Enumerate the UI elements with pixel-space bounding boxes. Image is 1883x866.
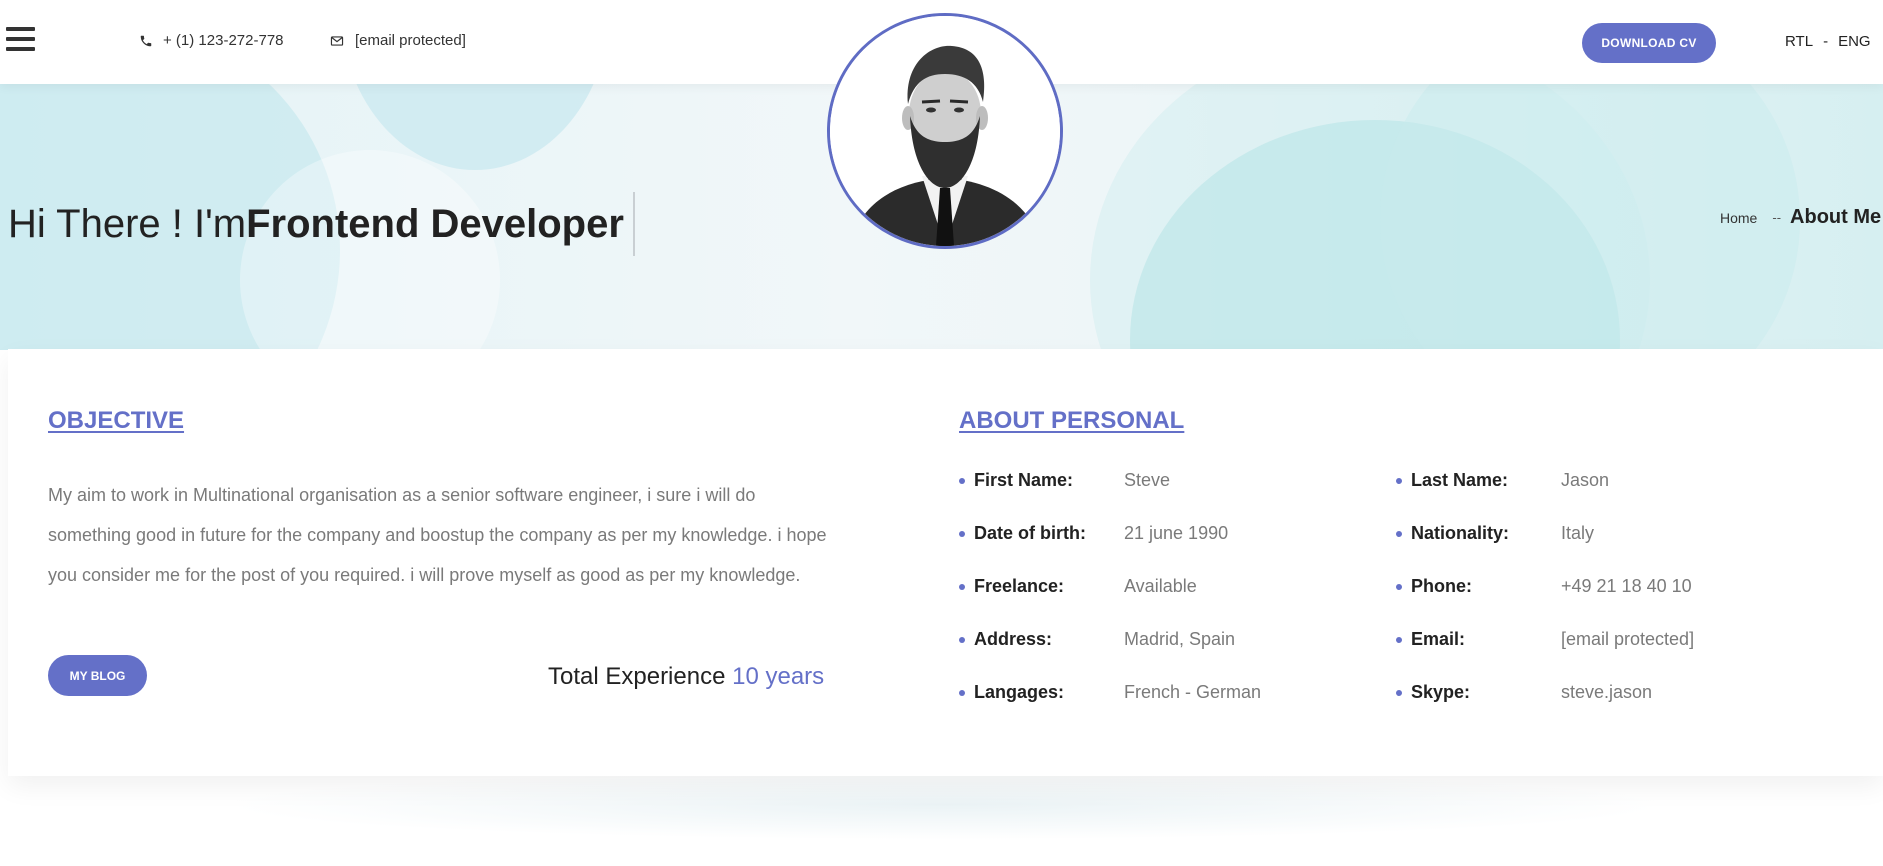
info-label: Last Name: [1411,470,1509,490]
info-freelance: Freelance: Available [959,576,1197,597]
objective-title: OBJECTIVE [48,407,185,434]
info-value[interactable]: +49 21 18 40 10 [1561,576,1692,597]
bullet-dot [959,689,965,696]
info-nationality: Nationality: Italy [1396,523,1594,544]
info-first-name: First Name: Steve [959,470,1170,491]
info-value: Steve [1124,470,1171,490]
header-email[interactable]: [email protected] [329,32,466,49]
info-phone: Phone: +49 21 18 40 10 [1396,576,1692,597]
lang-rtl-option[interactable]: RTL [1785,33,1813,50]
info-value[interactable]: [email protected] [1561,629,1694,650]
info-value: Jason [1561,470,1610,490]
download-cv-button[interactable]: DOWNLOAD CV [1582,23,1716,63]
hero-heading: Hi There ! I'm Frontend Developer [8,192,635,256]
info-value: French - German [1124,682,1262,702]
about-card: OBJECTIVE My aim to work in Multinationa… [8,349,1883,776]
breadcrumb-home-link[interactable]: Home [1720,210,1757,226]
experience-value: 10 years [732,663,825,690]
lang-separator: - [1823,33,1829,50]
header-phone[interactable]: + (1) 123-272-778 [139,32,284,49]
info-value: Madrid, Spain [1124,629,1236,649]
profile-photo [827,13,1063,249]
language-switcher: RTL - ENG [1785,33,1871,50]
info-label: Email: [1411,629,1466,649]
bullet-dot [1396,689,1402,696]
info-value[interactable]: steve.jason [1561,682,1652,703]
breadcrumb: Home -- About Me [1720,206,1881,229]
my-blog-button[interactable]: MY BLOG [48,655,147,696]
phone-number: + (1) 123-272-778 [163,32,284,49]
hamburger-menu-icon[interactable] [6,27,35,53]
info-label: Skype: [1411,682,1471,702]
bullet-dot [959,530,965,537]
breadcrumb-separator: -- [1772,210,1782,225]
info-label: First Name: [974,470,1074,490]
profile-portrait-illustration [830,16,1060,246]
about-personal-title: ABOUT PERSONAL [959,407,1185,434]
bullet-dot [1396,477,1402,484]
info-label: Langages: [974,682,1065,702]
objective-text: My aim to work in Multinational organisa… [48,485,827,585]
info-value: Available [1124,576,1197,596]
bullet-dot [959,477,965,484]
info-date-of-birth: Date of birth: 21 june 1990 [959,523,1228,544]
info-label: Nationality: [1411,523,1510,543]
hero-role: Frontend Developer [246,201,624,246]
info-value: Italy [1561,523,1595,543]
info-label: Address: [974,629,1053,649]
info-last-name: Last Name: Jason [1396,470,1609,491]
breadcrumb-current: About Me [1790,206,1882,228]
envelope-icon [330,35,344,46]
info-value: 21 june 1990 [1124,523,1229,543]
info-languages: Langages: French - German [959,682,1261,703]
info-address: Address: Madrid, Spain [959,629,1235,650]
decorative-shadow [220,770,1670,840]
info-email: Email: [email protected] [1396,629,1694,650]
bullet-dot [1396,583,1402,590]
lang-eng-option[interactable]: ENG [1838,33,1871,50]
phone-icon [140,35,152,46]
email-address: [email protected] [355,32,466,49]
bullet-dot [1396,636,1402,643]
info-label: Date of birth: [974,523,1086,543]
total-experience: Total Experience 10 years [548,663,824,691]
typing-cursor [632,192,635,256]
info-label: Phone: [1411,576,1472,596]
hero-greeting: Hi There ! I'm [8,201,247,246]
info-label: Freelance: [974,576,1065,596]
bullet-dot [1396,530,1402,537]
bullet-dot [959,583,965,590]
info-skype: Skype: steve.jason [1396,682,1652,703]
experience-label: Total Experience [548,663,726,690]
bullet-dot [959,636,965,643]
